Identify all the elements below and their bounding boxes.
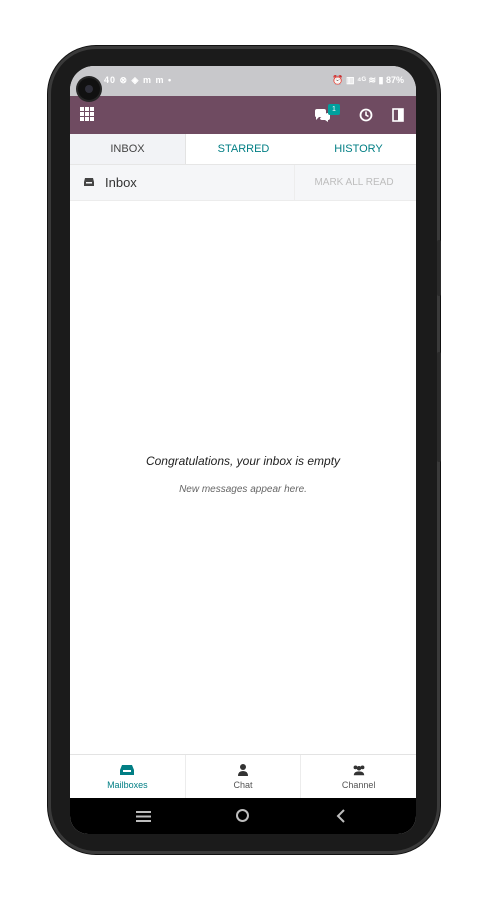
mailbox-title: Inbox [105,175,137,190]
empty-state-subtitle: New messages appear here. [179,484,307,495]
inbox-icon [84,178,94,186]
volume-button [437,240,441,296]
status-right: ⏰ ▥ ⁴ᴳ ≋ ▮ 87% [332,75,404,85]
home-icon[interactable] [236,809,249,822]
inbox-icon [120,765,135,775]
nav-label: Mailboxes [107,780,148,790]
nav-mailboxes[interactable]: Mailboxes [70,755,186,799]
clock-icon[interactable] [359,108,373,122]
status-left: 40 ⊗ ◈ m m • [104,75,173,85]
recent-apps-icon[interactable] [136,811,151,822]
nav-label: Channel [341,780,376,790]
chat-badge: 1 [328,104,340,115]
tab-starred[interactable]: STARRED [186,134,301,164]
mark-all-read-button[interactable]: MARK ALL READ [294,165,413,200]
front-camera [78,78,100,100]
user-icon [238,764,248,776]
back-icon[interactable] [336,809,346,823]
sidebar-toggle-icon[interactable] [392,108,404,122]
screen: 40 ⊗ ◈ m m • ⏰ ▥ ⁴ᴳ ≋ ▮ 87% 1 INBOX STAR… [70,66,416,834]
users-icon [353,765,365,776]
power-button [437,352,441,462]
apps-grid-icon[interactable] [80,107,94,121]
nav-label: Chat [233,780,253,790]
empty-state-title: Congratulations, your inbox is empty [145,454,341,468]
nav-chat[interactable]: Chat [186,755,302,799]
tab-inbox[interactable]: INBOX [70,134,186,164]
status-bar: 40 ⊗ ◈ m m • ⏰ ▥ ⁴ᴳ ≋ ▮ 87% [70,66,416,96]
nav-channel[interactable]: Channel [301,755,416,799]
tab-history[interactable]: HISTORY [301,134,416,164]
bottom-navigation: Mailboxes Chat Channel [70,754,416,799]
system-navigation-bar [70,798,416,834]
mailbox-header: Inbox MARK ALL READ [70,165,416,201]
mailbox-tabs: INBOX STARRED HISTORY [70,134,416,165]
app-bar: 1 [70,96,416,134]
